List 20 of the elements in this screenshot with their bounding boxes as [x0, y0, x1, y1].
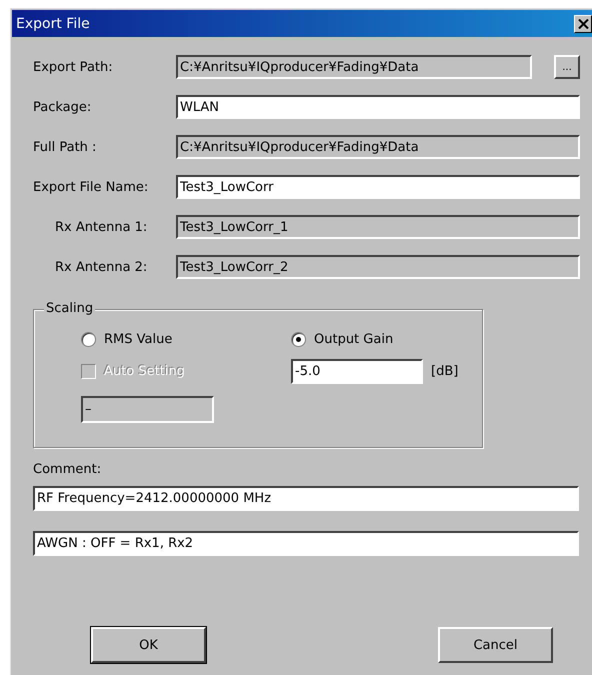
field-label: Export Path: [33, 60, 114, 74]
field-label: Rx Antenna 1: [54, 220, 148, 234]
comment-field[interactable]: RF Frequency=2412.00000000 MHz [33, 486, 579, 511]
comment-label: Comment: [33, 462, 102, 477]
dialog-button[interactable]: OK [91, 627, 206, 663]
field-label: Full Path : [33, 140, 98, 154]
gain-field[interactable]: -5.0 [291, 359, 423, 384]
field-label: Rx Antenna 2: [54, 260, 148, 274]
checkbox-label: Auto Setting [104, 364, 185, 379]
window-title: Export File [15, 16, 90, 32]
field-label: Export File Name: [33, 180, 150, 194]
text-field[interactable]: WLAN [176, 95, 580, 119]
dialog-button[interactable]: Cancel [438, 627, 553, 663]
radio-label: Output Gain [314, 332, 394, 347]
unit-label: [dB] [431, 364, 458, 379]
radio-label: RMS Value [104, 332, 172, 347]
field-label: Package: [33, 100, 92, 114]
text-field[interactable]: Test3_LowCorr [176, 175, 580, 199]
comment-field[interactable]: AWGN : OFF = Rx1, Rx2 [33, 531, 579, 556]
group-title: Scaling [44, 301, 96, 316]
